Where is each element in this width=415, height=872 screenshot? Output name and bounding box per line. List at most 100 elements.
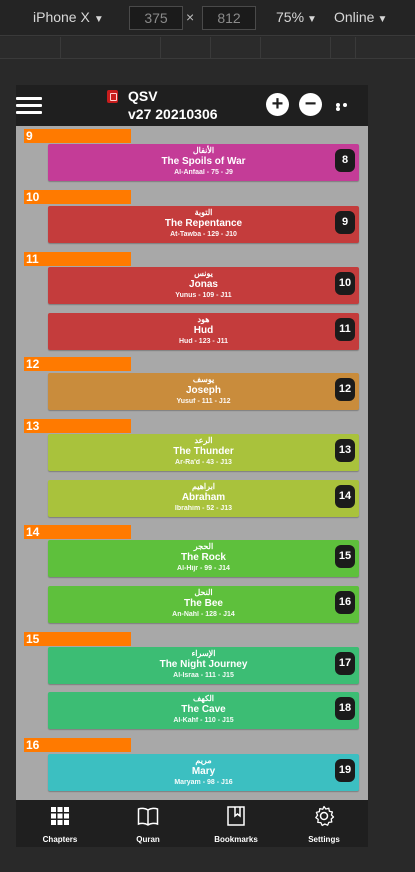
juz-header: 14 (24, 525, 131, 539)
gear-icon (315, 805, 335, 827)
chapter-number-badge: 10 (335, 272, 355, 295)
chapter-meta: Al-Anfaal - 75 - J9 (174, 169, 233, 176)
chapter-number-badge: 13 (335, 439, 355, 462)
juz-header: 10 (24, 190, 131, 204)
chapter-english-name: The Repentance (164, 218, 243, 229)
bookmark-book-icon (227, 806, 245, 826)
book-icon (137, 807, 159, 826)
list-item[interactable]: الحجر The Rock Al-Hijr - 99 - J14 15 (48, 540, 359, 577)
chapter-meta: An-Nahl - 128 - J14 (172, 611, 235, 618)
app-title: QSV (128, 88, 158, 104)
list-item[interactable]: النحل The Bee An-Nahl - 128 - J14 16 (48, 586, 359, 623)
grid-icon (51, 807, 69, 825)
nav-chapters[interactable]: Chapters (16, 800, 104, 847)
chapter-arabic-name: ابراهيم (191, 482, 216, 491)
chapter-number-badge: 14 (335, 485, 355, 508)
chapter-meta: Ar-Ra'd - 43 - J13 (175, 459, 232, 466)
chapter-english-name: The Thunder (173, 446, 234, 457)
chapter-english-name: The Rock (180, 552, 226, 563)
app-version: v27 20210306 (128, 106, 218, 122)
height-input[interactable]: 812 (202, 6, 256, 30)
list-item[interactable]: الرعد The Thunder Ar-Ra'd - 43 - J13 13 (48, 434, 359, 471)
chapter-meta: Hud - 123 - J11 (178, 338, 229, 345)
chapter-arabic-name: التوبة (194, 208, 213, 217)
chapter-number-badge: 18 (335, 697, 355, 720)
app-viewport: QSV v27 20210306 + − 9 الأنفال The Spoils… (16, 85, 368, 847)
chapter-number-badge: 8 (335, 149, 355, 172)
chapter-english-name: Mary (191, 766, 216, 777)
juz-header: 13 (24, 419, 131, 433)
chapter-list: 9 الأنفال The Spoils of War Al-Anfaal - 75… (16, 126, 368, 800)
juz-header: 12 (24, 357, 131, 371)
chapter-english-name: Joseph (185, 385, 221, 396)
chapter-number-badge: 12 (335, 378, 355, 401)
chapter-meta: Ibrahim - 52 - J13 (174, 505, 233, 512)
chevron-down-icon: ▼ (377, 14, 388, 25)
nav-chapters-label: Chapters (42, 835, 78, 844)
chapter-arabic-name: النحل (194, 588, 213, 597)
chapter-number-badge: 19 (335, 759, 355, 782)
chapter-english-name: The Cave (181, 704, 226, 715)
zoom-label: 75% (276, 9, 305, 25)
chapter-arabic-name: يوسف (192, 375, 215, 384)
chapter-number-badge: 17 (335, 652, 355, 675)
nav-quran-label: Quran (136, 835, 160, 844)
chapter-arabic-name: يونس (194, 269, 213, 278)
chapter-arabic-name: الأنفال (192, 146, 215, 155)
network-throttle-select[interactable]: Online ▼ (334, 9, 387, 25)
chapter-meta: Al-Kahf - 110 - J15 (173, 717, 234, 724)
chapter-number-badge: 16 (335, 591, 355, 614)
zoom-in-button[interactable]: + (266, 93, 289, 116)
nav-bookmarks-label: Bookmarks (214, 835, 258, 844)
chapter-english-name: The Bee (184, 598, 223, 609)
device-select[interactable]: iPhone X ▼ (33, 9, 104, 25)
list-item[interactable]: هود Hud Hud - 123 - J11 11 (48, 313, 359, 350)
chapter-meta: Maryam - 98 - J16 (174, 779, 233, 786)
nav-settings[interactable]: Settings (280, 800, 368, 847)
chapter-english-name: Jonas (189, 279, 218, 290)
menu-icon[interactable] (16, 97, 42, 115)
list-item[interactable]: ابراهيم Abraham Ibrahim - 52 - J13 14 (48, 480, 359, 517)
chapter-number-badge: 9 (335, 211, 355, 234)
chapter-meta: Yunus - 109 - J11 (175, 292, 232, 299)
list-item[interactable]: الإسراء The Night Journey Al-Israa - 111 -… (48, 647, 359, 684)
chapter-arabic-name: الرعد (194, 436, 213, 445)
media-query-ruler (0, 37, 415, 59)
nav-bookmarks[interactable]: Bookmarks (192, 800, 280, 847)
chapter-arabic-name: الإسراء (191, 649, 216, 658)
list-item[interactable]: يونس Jonas Yunus - 109 - J11 10 (48, 267, 359, 304)
juz-header: 11 (24, 252, 131, 266)
chevron-down-icon: ▼ (93, 14, 104, 25)
chapter-english-name: Hud (193, 325, 214, 336)
juz-header: 16 (24, 738, 131, 752)
juz-header: 9 (24, 129, 131, 143)
chapter-number-badge: 15 (335, 545, 355, 568)
chapter-english-name: Abraham (181, 492, 226, 503)
nav-quran[interactable]: Quran (104, 800, 192, 847)
chapter-arabic-name: الحجر (193, 542, 214, 551)
nav-settings-label: Settings (308, 835, 340, 844)
bottom-navigation: Chapters Quran Bookmarks Settings (16, 800, 368, 847)
width-input[interactable]: 375 (129, 6, 183, 30)
dimension-separator: × (186, 9, 195, 25)
list-item[interactable]: الكهف The Cave Al-Kahf - 110 - J15 18 (48, 692, 359, 729)
more-options-icon[interactable] (336, 103, 356, 111)
zoom-select[interactable]: 75% ▼ (276, 9, 317, 25)
list-item[interactable]: يوسف Joseph Yusuf - 111 - J12 12 (48, 373, 359, 410)
chapter-arabic-name: الكهف (192, 694, 215, 703)
device-label: iPhone X (33, 9, 90, 25)
chapter-arabic-name: هود (197, 315, 210, 324)
chapter-english-name: The Spoils of War (161, 156, 246, 167)
app-header: QSV v27 20210306 + − (16, 85, 368, 126)
network-label: Online (334, 9, 375, 25)
list-item[interactable]: التوبة The Repentance At-Tawba - 129 - J10… (48, 206, 359, 243)
quran-logo-icon (107, 90, 118, 103)
list-item[interactable]: الأنفال The Spoils of War Al-Anfaal - 75 -… (48, 144, 359, 181)
chapter-number-badge: 11 (335, 318, 355, 341)
devtools-toolbar: iPhone X ▼ 375 × 812 75% ▼ Online ▼ (0, 0, 415, 36)
zoom-out-button[interactable]: − (299, 93, 322, 116)
chevron-down-icon: ▼ (307, 14, 317, 25)
chapter-meta: Yusuf - 111 - J12 (176, 398, 231, 405)
chapter-meta: Al-Hijr - 99 - J14 (177, 565, 230, 572)
list-item[interactable]: مريم Mary Maryam - 98 - J16 19 (48, 754, 359, 791)
